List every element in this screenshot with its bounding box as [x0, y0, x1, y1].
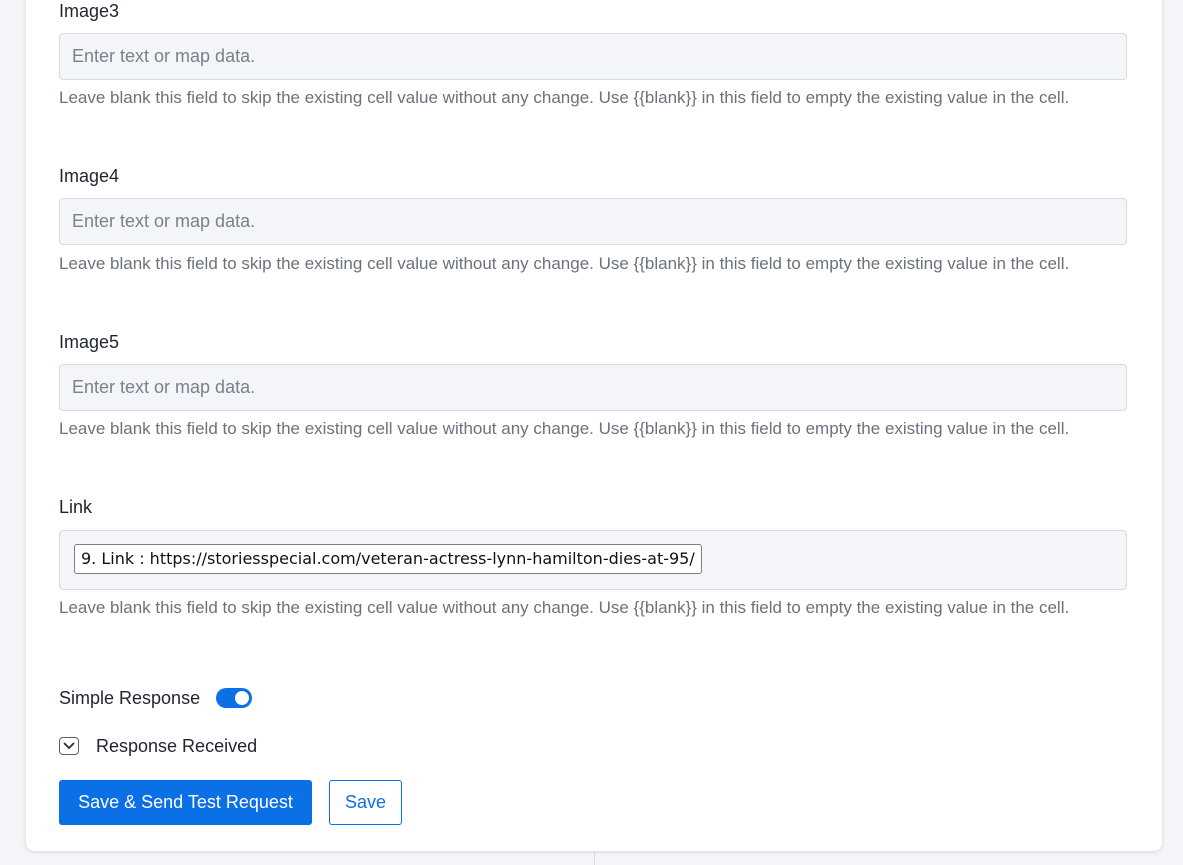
divider — [594, 851, 595, 865]
response-received-row[interactable]: Response Received — [59, 734, 257, 758]
field-help-text: Leave blank this field to skip the exist… — [59, 419, 1070, 438]
image5-input[interactable] — [59, 364, 1127, 411]
mapped-data-chip[interactable]: 9. Link : https://storiesspecial.com/vet… — [74, 544, 702, 574]
response-received-label: Response Received — [96, 735, 258, 756]
image3-input[interactable] — [59, 33, 1127, 80]
simple-response-label: Simple Response — [59, 687, 201, 708]
toggle-knob — [235, 691, 250, 705]
link-input[interactable]: 9. Link : https://storiesspecial.com/vet… — [59, 530, 1127, 590]
image4-input[interactable] — [59, 198, 1127, 245]
field-help-text: Leave blank this field to skip the exist… — [59, 254, 1070, 273]
save-button[interactable]: Save — [329, 780, 402, 825]
save-send-test-request-button[interactable]: Save & Send Test Request — [59, 780, 312, 825]
field-label: Image3 — [59, 1, 120, 21]
field-label: Image4 — [59, 166, 120, 186]
chevron-down-icon[interactable] — [59, 737, 79, 755]
simple-response-row: Simple Response — [59, 686, 253, 710]
field-label: Link — [59, 497, 93, 517]
simple-response-toggle[interactable] — [216, 688, 253, 708]
field-help-text: Leave blank this field to skip the exist… — [59, 88, 1070, 107]
field-help-text: Leave blank this field to skip the exist… — [59, 598, 1070, 617]
field-label: Image5 — [59, 332, 120, 352]
